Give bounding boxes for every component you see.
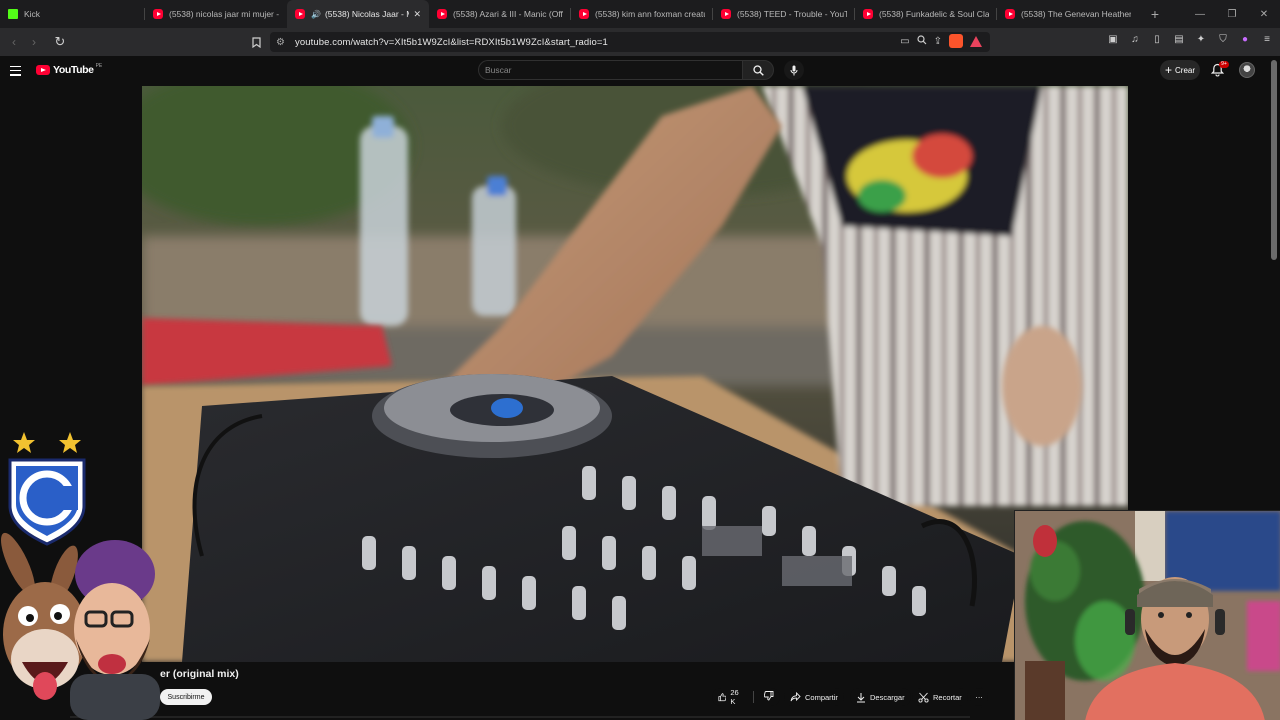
- tab-title: Kick: [24, 9, 41, 19]
- share-button[interactable]: Compartir: [784, 688, 844, 706]
- youtube-icon: [721, 9, 731, 19]
- kick-icon: [8, 9, 18, 19]
- bookmark-icon[interactable]: [246, 32, 266, 52]
- star-icon: [59, 432, 81, 453]
- browser-tab[interactable]: (5538) Funkadelic & Soul Clap: [855, 0, 997, 28]
- url-text[interactable]: youtube.com/watch?v=XIt5b1W9ZcI&list=RDX…: [295, 37, 608, 48]
- browser-tab[interactable]: (5538) The Genevan Heathen: [997, 0, 1139, 28]
- brave-rewards-icon[interactable]: [970, 35, 982, 47]
- browser-tab[interactable]: (5538) Azari & III - Manic (Offic: [429, 0, 571, 28]
- new-tab-button[interactable]: +: [1145, 6, 1165, 22]
- tab-title: (5538) The Genevan Heathen: [1021, 9, 1131, 19]
- youtube-icon: [1005, 9, 1015, 19]
- search-button[interactable]: [742, 60, 774, 80]
- thumbs-up-icon: [718, 693, 727, 702]
- share-arrow-icon: [790, 692, 801, 702]
- country-code: PE: [95, 63, 103, 69]
- browser-tab-strip: Kick (5538) nicolas jaar mi mujer - Y 🔊 …: [0, 0, 1280, 28]
- thumbs-down-icon: [763, 691, 774, 701]
- wallet-icon[interactable]: ▤: [1172, 32, 1186, 46]
- video-player[interactable]: [142, 86, 1128, 662]
- vpn-shield-icon[interactable]: ⛉: [1216, 32, 1230, 46]
- video-frame: [142, 86, 1128, 662]
- plus-icon: +: [1164, 63, 1172, 77]
- zoom-icon[interactable]: [917, 34, 927, 48]
- page-scrollbar[interactable]: [1271, 60, 1277, 260]
- download-icon: [857, 692, 865, 702]
- clip-label: Recortar: [933, 692, 962, 702]
- streamer-avatar-cartoon: [70, 540, 160, 720]
- menu-icon[interactable]: ≡: [1260, 32, 1274, 46]
- youtube-icon: [153, 9, 163, 19]
- voice-search-button[interactable]: [784, 60, 804, 80]
- more-actions-button[interactable]: ⋯: [970, 688, 988, 706]
- youtube-icon: [437, 9, 447, 19]
- close-tab-icon[interactable]: ✕: [413, 9, 421, 20]
- tab-title: (5538) Funkadelic & Soul Clap: [879, 9, 989, 19]
- cast-icon[interactable]: ▭: [900, 36, 909, 47]
- reload-icon[interactable]: ↻: [50, 32, 70, 52]
- browser-tab-active[interactable]: 🔊 (5538) Nicolas Jaar - M ✕: [287, 0, 429, 28]
- divider: [70, 716, 970, 718]
- tab-title: (5538) nicolas jaar mi mujer - Y: [169, 9, 279, 19]
- browser-tab[interactable]: (5538) TEED - Trouble - YouTu: [713, 0, 855, 28]
- microphone-icon: [790, 65, 798, 75]
- brave-shields-icon[interactable]: [949, 34, 963, 48]
- scissors-icon: [918, 692, 929, 703]
- window-controls: — ❐ ✕: [1184, 0, 1280, 28]
- hamburger-menu-icon[interactable]: [10, 63, 24, 77]
- speaker-icon[interactable]: 🔊: [311, 10, 321, 19]
- dislike-button[interactable]: [763, 691, 774, 703]
- youtube-icon: [295, 9, 305, 19]
- clip-button[interactable]: Recortar: [912, 688, 968, 706]
- screenshot-icon[interactable]: ▣: [1106, 32, 1120, 46]
- sidebar-icon[interactable]: ▯: [1150, 32, 1164, 46]
- webcam-overlay: [1014, 510, 1280, 720]
- search-icon: [752, 64, 764, 76]
- logo-text: YouTube: [53, 64, 94, 76]
- create-button[interactable]: + Crear: [1160, 60, 1200, 80]
- youtube-icon: [863, 9, 873, 19]
- back-arrow-icon[interactable]: ‹: [4, 32, 24, 52]
- streamer-mascot-overlay: [0, 424, 170, 720]
- youtube-masthead: YouTube PE Buscar + Crear 9+: [0, 56, 1280, 84]
- share-page-icon[interactable]: ⇪: [934, 36, 942, 47]
- search-box: Buscar: [478, 60, 774, 80]
- tab-title: (5538) Azari & III - Manic (Offic: [453, 9, 563, 19]
- share-label: Compartir: [805, 692, 838, 702]
- video-title: er (original mix): [160, 668, 239, 680]
- site-settings-icon[interactable]: ⚙: [276, 37, 285, 48]
- download-label: Descargar: [870, 692, 905, 702]
- tab-title: (5538) Nicolas Jaar - M: [324, 9, 410, 19]
- browser-tab[interactable]: (5538) nicolas jaar mi mujer - Y: [145, 0, 287, 28]
- extension-icon[interactable]: ●: [1238, 32, 1252, 46]
- youtube-icon: [579, 9, 589, 19]
- download-button[interactable]: Descargar: [850, 688, 911, 706]
- restore-button[interactable]: ❐: [1216, 9, 1248, 20]
- close-window-button[interactable]: ✕: [1248, 9, 1280, 20]
- star-icon: [13, 432, 35, 453]
- forward-arrow-icon[interactable]: ›: [24, 32, 44, 52]
- search-input[interactable]: Buscar: [478, 60, 742, 80]
- minimize-button[interactable]: —: [1184, 9, 1216, 20]
- account-avatar[interactable]: [1239, 62, 1255, 78]
- music-icon[interactable]: ♫: [1128, 32, 1142, 46]
- tab-title: (5538) TEED - Trouble - YouTu: [737, 9, 847, 19]
- like-button[interactable]: 26 K: [718, 688, 743, 706]
- youtube-logo[interactable]: YouTube PE: [36, 63, 103, 76]
- donkey-mascot: [1, 532, 87, 700]
- create-label: Crear: [1175, 65, 1196, 75]
- browser-tab[interactable]: (5538) kim ann foxman creatu: [571, 0, 713, 28]
- youtube-icon: [36, 65, 50, 75]
- browser-tab[interactable]: Kick: [0, 0, 145, 28]
- address-bar[interactable]: ⚙ youtube.com/watch?v=XIt5b1W9ZcI&list=R…: [270, 32, 990, 52]
- browser-toolbar: ‹ › ↻ ⚙ youtube.com/watch?v=XIt5b1W9ZcI&…: [0, 28, 1280, 56]
- notification-badge: 9+: [1219, 61, 1229, 68]
- leo-ai-icon[interactable]: ✦: [1194, 32, 1208, 46]
- tab-title: (5538) kim ann foxman creatu: [595, 9, 705, 19]
- extensions-bar: ▣ ♫ ▯ ▤ ✦ ⛉ ● ≡: [1106, 32, 1274, 46]
- like-dislike-group: 26 K: [712, 688, 780, 706]
- like-count: 26 K: [730, 688, 739, 706]
